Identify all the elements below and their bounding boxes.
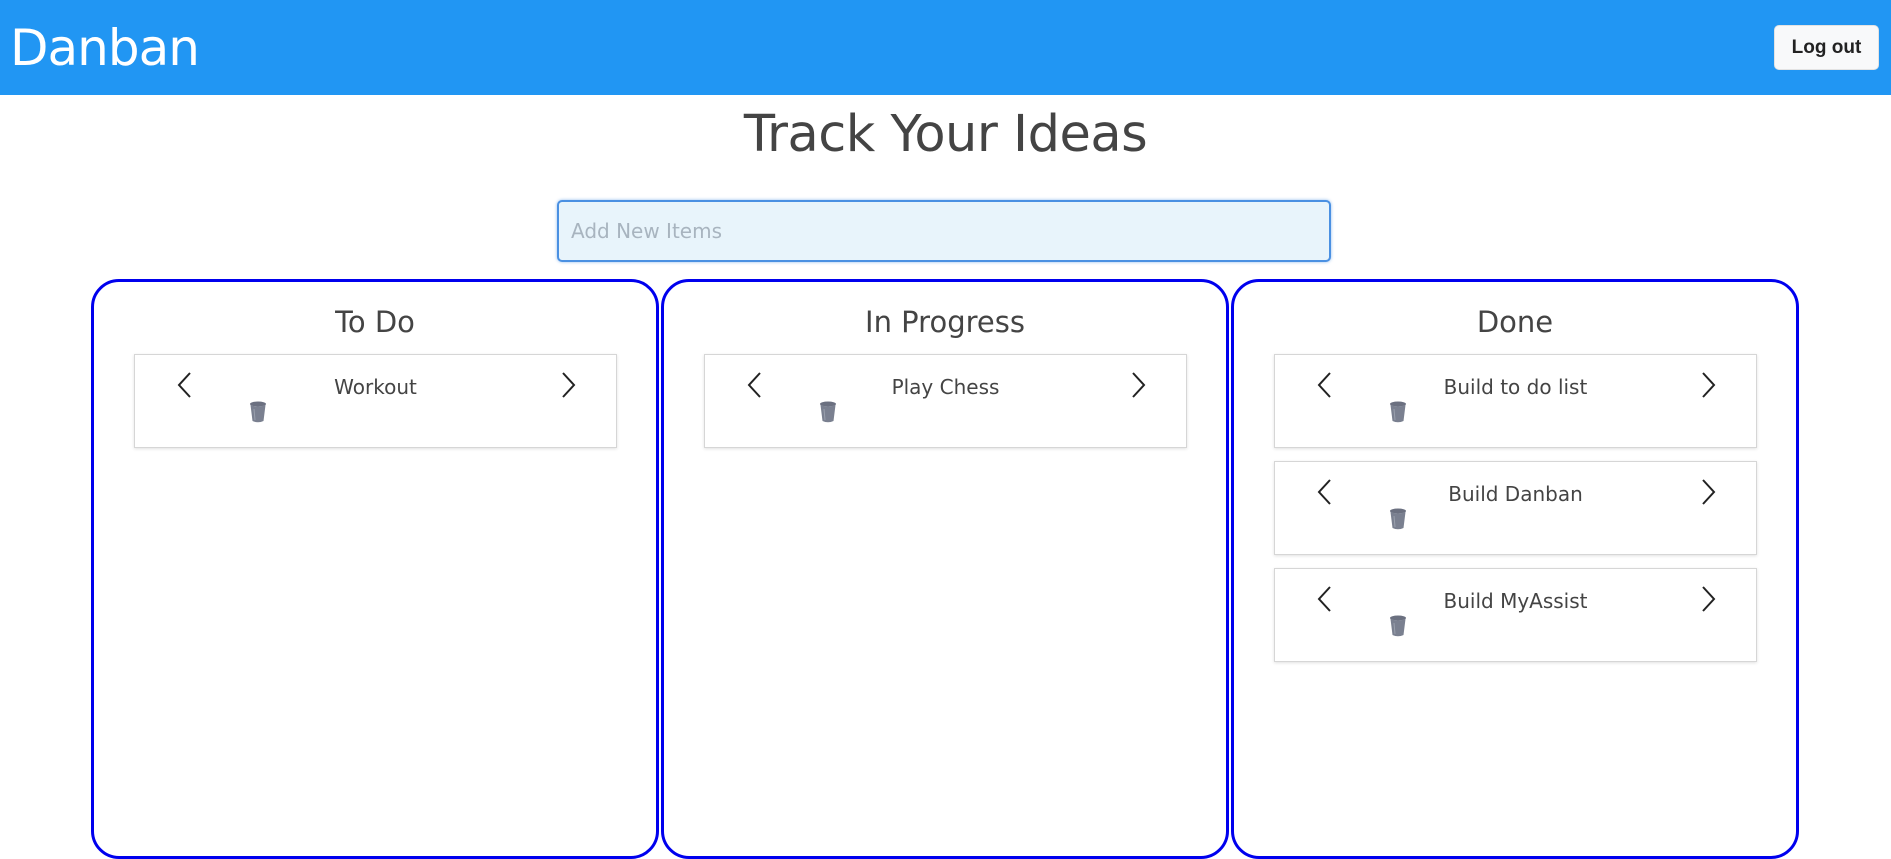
add-new-item-input[interactable] (557, 200, 1331, 262)
task-card: Build Danban (1274, 461, 1757, 555)
column-title: In Progress (865, 305, 1025, 339)
task-card: Workout (134, 354, 617, 448)
task-label: Build to do list (1443, 375, 1588, 399)
task-label: Build Danban (1448, 482, 1583, 506)
column-done: Done Build to do list Build Danban Build… (1231, 279, 1799, 859)
column-title: Done (1476, 305, 1554, 339)
task-card: Build to do list (1274, 354, 1757, 448)
task-card: Build MyAssist (1274, 568, 1757, 662)
column-in-progress: In Progress Play Chess (661, 279, 1229, 859)
chevron-right-icon[interactable] (1696, 369, 1720, 401)
trash-icon[interactable] (1389, 508, 1407, 530)
task-label: Build MyAssist (1443, 589, 1588, 613)
top-navbar: Danban Log out (0, 0, 1891, 95)
logout-button[interactable]: Log out (1774, 25, 1879, 70)
trash-icon[interactable] (1389, 615, 1407, 637)
task-card: Play Chess (704, 354, 1187, 448)
chevron-right-icon[interactable] (1696, 583, 1720, 615)
task-label: Workout (334, 375, 417, 399)
chevron-right-icon[interactable] (1696, 476, 1720, 508)
chevron-right-icon[interactable] (556, 369, 580, 401)
column-title: To Do (335, 305, 415, 339)
brand-logo[interactable]: Danban (10, 18, 200, 78)
task-label: Play Chess (891, 375, 1000, 399)
trash-icon[interactable] (819, 401, 837, 423)
trash-icon[interactable] (1389, 401, 1407, 423)
page-title: Track Your Ideas (743, 105, 1148, 164)
chevron-right-icon[interactable] (1126, 369, 1150, 401)
trash-icon[interactable] (249, 401, 267, 423)
column-to-do: To Do Workout (91, 279, 659, 859)
